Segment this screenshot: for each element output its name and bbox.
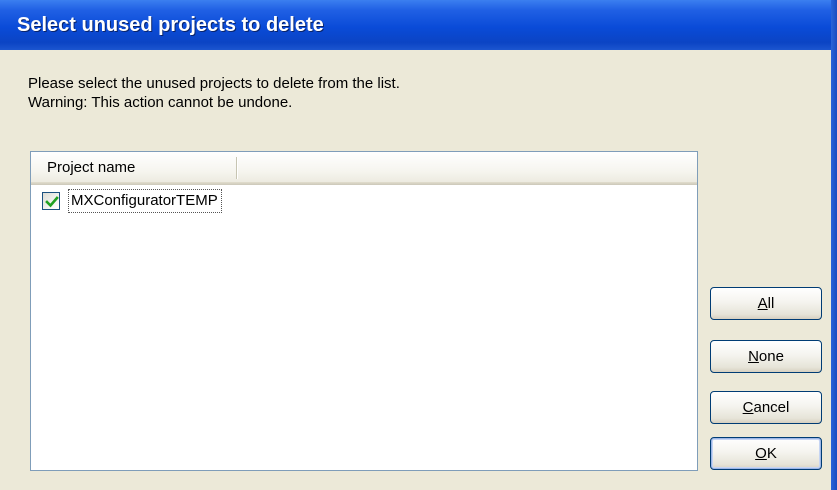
window-frame-right [831,0,837,490]
mnemonic: A [757,295,768,312]
header-border [31,182,697,185]
list-header: Project name [31,152,697,185]
column-header-project-name[interactable]: Project name [31,152,237,184]
project-name[interactable]: MXConfiguratorTEMP [68,189,222,213]
column-divider[interactable] [236,157,238,179]
ok-button[interactable]: OK [710,437,822,470]
checkmark-icon [45,196,59,208]
select-none-button[interactable]: None [710,340,822,373]
warning-text: Warning: This action cannot be undone. [28,94,293,111]
mnemonic: C [742,399,754,416]
instruction-text: Please select the unused projects to del… [28,75,400,92]
dialog-window: Select unused projects to delete Please … [0,0,837,490]
button-label-rest: ll [767,295,775,312]
project-checkbox[interactable] [42,192,60,210]
list-item[interactable]: MXConfiguratorTEMP [42,189,282,213]
cancel-button[interactable]: Cancel [710,391,822,424]
select-all-button[interactable]: All [710,287,822,320]
column-header-label: Project name [47,159,136,176]
projects-list[interactable]: Project name MXConfiguratorTEMP [30,151,698,471]
button-label-rest: K [766,445,777,462]
button-label-rest: one [758,348,784,365]
mnemonic: N [748,348,759,365]
title-bar[interactable]: Select unused projects to delete [0,0,831,50]
button-label-rest: ancel [753,399,790,416]
mnemonic: O [755,445,767,462]
window-title: Select unused projects to delete [17,14,324,36]
